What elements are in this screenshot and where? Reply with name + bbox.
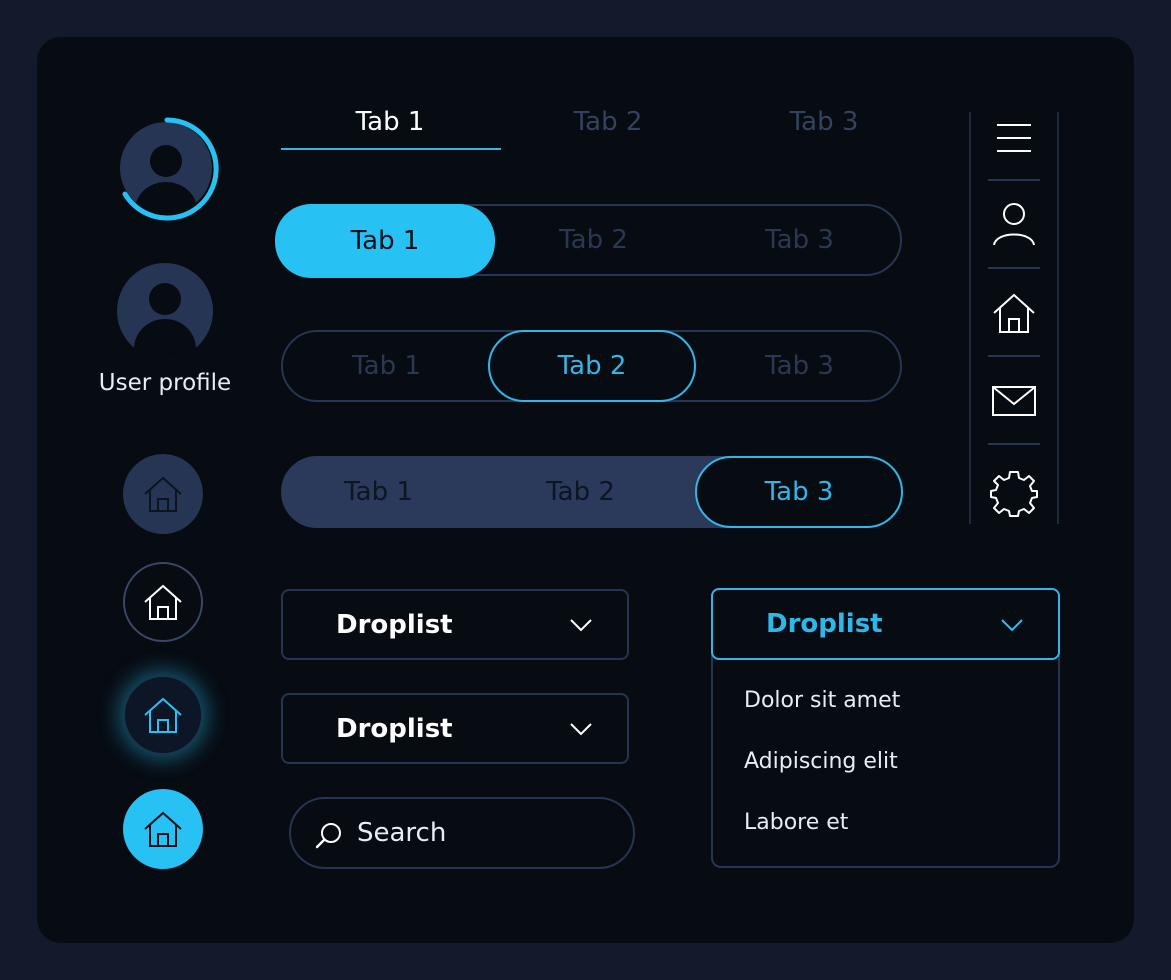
avatar[interactable] [117,263,213,359]
search-icon [315,823,341,849]
search-placeholder: Search [357,818,447,848]
filled-tab-2[interactable]: Tab 2 [477,458,684,526]
pill-tab-group: Tab 1 Tab 2 Tab 3 [275,204,903,278]
home-icon[interactable] [990,289,1038,337]
droplist-2[interactable]: Droplist [281,693,629,764]
home-button-disabled[interactable] [123,454,203,534]
chevron-down-icon [1001,619,1023,632]
user-icon[interactable] [990,200,1038,248]
avatar-with-progress[interactable] [114,116,220,222]
home-icon [144,476,182,512]
filled-tab-3[interactable]: Tab 3 [695,456,903,528]
outline-tab-1[interactable]: Tab 1 [283,332,490,400]
mail-icon[interactable] [990,377,1038,425]
nav-divider [988,179,1040,181]
chevron-down-icon [570,619,592,632]
nav-divider [988,267,1040,269]
nav-divider [988,443,1040,445]
droplist-label: Droplist [336,609,453,640]
nav-border-left [969,112,971,524]
dropdown-option[interactable]: Adipiscing elit [744,749,898,774]
underline-tab-3[interactable]: Tab 3 [715,102,933,150]
droplist-1[interactable]: Droplist [281,589,629,660]
home-button-active[interactable] [123,789,203,869]
dropdown-option[interactable]: Dolor sit amet [744,688,900,713]
underline-tab-1[interactable]: Tab 1 [281,102,499,150]
home-button-outline[interactable] [123,562,203,642]
user-silhouette-icon [134,283,196,359]
search-input[interactable]: Search [289,797,635,869]
pill-tab-2[interactable]: Tab 2 [490,206,697,274]
dropdown-option[interactable]: Labore et [744,810,848,835]
filled-tab-group: Tab 1 Tab 2 Tab 3 [281,456,903,528]
droplist-label: Droplist [336,713,453,744]
menu-icon[interactable] [990,114,1038,162]
outline-tab-3[interactable]: Tab 3 [696,332,903,400]
progress-ring [122,117,219,221]
home-icon [144,584,182,620]
filled-tab-1[interactable]: Tab 1 [275,458,482,526]
home-button-glow[interactable] [123,675,203,755]
user-profile-label: User profile [98,370,232,396]
chevron-down-icon [570,723,592,736]
droplist-label: Droplist [766,609,883,639]
underline-tab-2[interactable]: Tab 2 [499,102,717,150]
outline-tab-group: Tab 1 Tab 2 Tab 3 [281,330,902,402]
active-tab-indicator [281,148,501,150]
home-icon [144,697,182,733]
outline-tab-2[interactable]: Tab 2 [488,330,696,402]
droplist-open[interactable]: Droplist [711,588,1060,660]
nav-divider [988,355,1040,357]
gear-icon[interactable] [990,470,1038,518]
home-icon [144,811,182,847]
pill-tab-3[interactable]: Tab 3 [696,206,903,274]
nav-border-right [1057,112,1059,524]
pill-tab-1[interactable]: Tab 1 [275,204,495,278]
